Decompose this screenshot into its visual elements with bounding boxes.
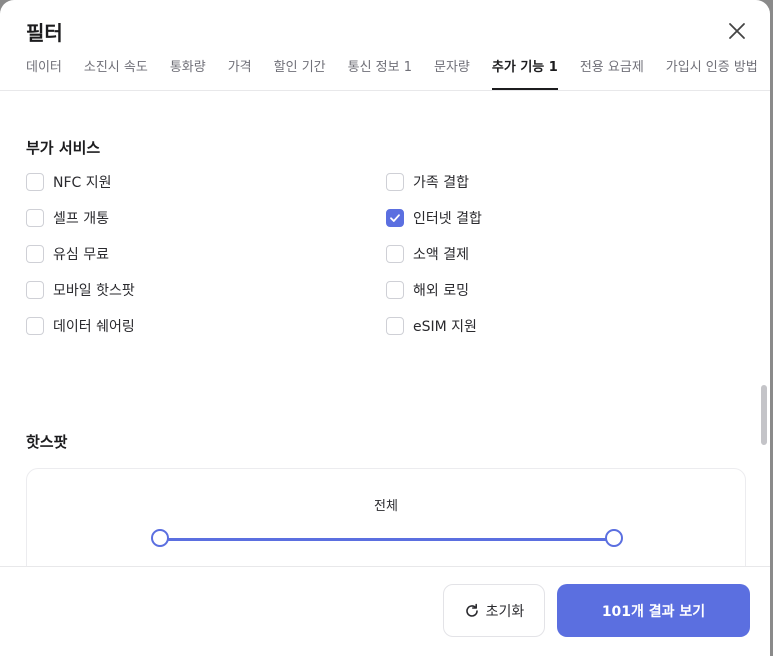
modal-header: 필터 데이터 소진시 속도 통화량 가격 할인 기간 통신 정보 1 문자량 추가 기능 1 전… bbox=[0, 0, 770, 91]
tab-6[interactable]: 문자량 bbox=[434, 56, 470, 90]
reset-button[interactable]: 초기화 bbox=[443, 584, 545, 637]
tab-7[interactable]: 추가 기능 1 bbox=[491, 56, 558, 90]
filter-tabs: 데이터 소진시 속도 통화량 가격 할인 기간 통신 정보 1 문자량 추가 기능 1 전용 요… bbox=[26, 56, 758, 90]
range-track[interactable] bbox=[160, 538, 614, 541]
section-title-services: 부가 서비스 bbox=[26, 139, 101, 157]
option-left-1[interactable]: 셀프 개통 bbox=[26, 207, 109, 229]
option-left-3[interactable]: 모바일 핫스팟 bbox=[26, 279, 135, 301]
range-max-handle[interactable] bbox=[605, 529, 623, 547]
modal-footer: 초기화 101개 결과 보기 bbox=[0, 566, 770, 656]
option-right-2[interactable]: 소액 결제 bbox=[386, 243, 469, 265]
scrollbar-thumb[interactable] bbox=[761, 385, 767, 445]
option-label: 데이터 쉐어링 bbox=[53, 319, 135, 335]
option-right-0[interactable]: 가족 결합 bbox=[386, 171, 469, 193]
option-right-4[interactable]: eSIM 지원 bbox=[386, 315, 477, 337]
checkbox[interactable] bbox=[386, 245, 404, 263]
filter-modal: 필터 데이터 소진시 속도 통화량 가격 할인 기간 통신 정보 1 문자량 추가 기능 1 전… bbox=[0, 0, 770, 656]
option-label: NFC 지원 bbox=[53, 175, 112, 191]
option-left-0[interactable]: NFC 지원 bbox=[26, 171, 112, 193]
option-label: 셀프 개통 bbox=[53, 211, 109, 227]
tab-2[interactable]: 통화량 bbox=[170, 56, 206, 90]
filter-content[interactable]: 부가 서비스 NFC 지원셀프 개통유심 무료모바일 핫스팟데이터 쉐어링 가족 … bbox=[0, 91, 770, 566]
option-label: 인터넷 결합 bbox=[413, 211, 482, 227]
checkbox[interactable] bbox=[26, 245, 44, 263]
range-min-handle[interactable] bbox=[151, 529, 169, 547]
checkbox[interactable] bbox=[26, 173, 44, 191]
option-right-1[interactable]: 인터넷 결합 bbox=[386, 207, 482, 229]
refresh-icon bbox=[465, 603, 478, 617]
option-label: 유심 무료 bbox=[53, 247, 109, 263]
option-label: 해외 로밍 bbox=[413, 283, 469, 299]
tab-0[interactable]: 데이터 bbox=[26, 56, 62, 90]
tab-5[interactable]: 통신 정보 1 bbox=[348, 56, 412, 90]
section-title-hotspot: 핫스팟 bbox=[26, 433, 68, 451]
checkbox[interactable] bbox=[26, 281, 44, 299]
option-label: eSIM 지원 bbox=[413, 319, 477, 335]
option-right-3[interactable]: 해외 로밍 bbox=[386, 279, 469, 301]
modal-title: 필터 bbox=[26, 21, 63, 45]
reset-button-label: 초기화 bbox=[485, 603, 525, 620]
check-icon bbox=[390, 214, 400, 222]
tab-4[interactable]: 할인 기간 bbox=[274, 56, 326, 90]
checkbox[interactable] bbox=[26, 317, 44, 335]
checkbox[interactable] bbox=[386, 173, 404, 191]
tab-3[interactable]: 가격 bbox=[228, 56, 252, 90]
option-label: 모바일 핫스팟 bbox=[53, 283, 135, 299]
checkbox[interactable] bbox=[386, 209, 404, 227]
checkbox[interactable] bbox=[386, 281, 404, 299]
tab-1[interactable]: 소진시 속도 bbox=[84, 56, 148, 90]
hotspot-range-label: 전체 bbox=[374, 499, 398, 514]
tab-8[interactable]: 전용 요금제 bbox=[580, 56, 644, 90]
checkbox[interactable] bbox=[386, 317, 404, 335]
tab-9[interactable]: 가입시 인증 방법 bbox=[666, 56, 758, 90]
option-left-2[interactable]: 유심 무료 bbox=[26, 243, 109, 265]
show-results-button[interactable]: 101개 결과 보기 bbox=[557, 584, 750, 637]
option-label: 소액 결제 bbox=[413, 247, 469, 263]
option-left-4[interactable]: 데이터 쉐어링 bbox=[26, 315, 135, 337]
option-label: 가족 결합 bbox=[413, 175, 469, 191]
checkbox[interactable] bbox=[26, 209, 44, 227]
hotspot-range-card: 전체 bbox=[26, 468, 746, 566]
close-icon[interactable] bbox=[725, 19, 749, 43]
